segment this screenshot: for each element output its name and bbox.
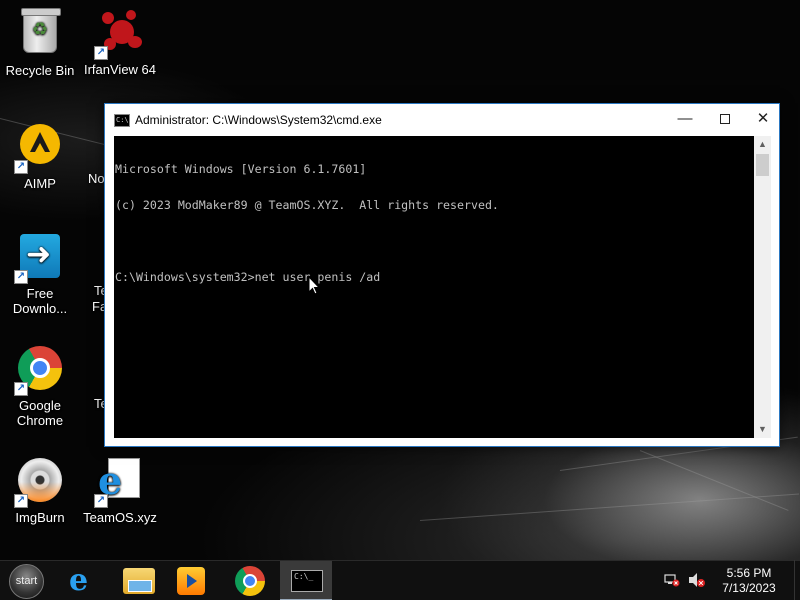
desktop-icon-teamos-xyz[interactable]: e ↗ TeamOS.xyz	[78, 456, 162, 525]
taskbar-media-player[interactable]	[166, 561, 218, 600]
desktop-icon-free-download-manager[interactable]: ↗ Free Downlo...	[0, 232, 82, 316]
desktop-icon-recycle-bin[interactable]: ♻ Recycle Bin	[0, 8, 82, 78]
desktop-icon-label: Free Downlo...	[12, 286, 68, 316]
vertical-scrollbar[interactable]: ▲ ▼	[754, 136, 771, 438]
minimize-button[interactable]: —	[665, 104, 705, 136]
console-line: (c) 2023 ModMaker89 @ TeamOS.XYZ. All ri…	[115, 198, 499, 212]
show-desktop-button[interactable]	[794, 560, 800, 600]
cmd-window[interactable]: C:\ Administrator: C:\Windows\System32\c…	[104, 103, 780, 447]
desktop-icon-label: ImgBurn	[15, 510, 65, 525]
scrollbar-thumb[interactable]	[756, 154, 769, 176]
volume-muted-tray-icon[interactable]	[688, 572, 706, 588]
close-button[interactable]: ✕	[743, 104, 783, 136]
desktop-icon-partial[interactable]: No	[88, 171, 105, 186]
maximize-button[interactable]	[705, 104, 745, 136]
shortcut-arrow-icon: ↗	[14, 160, 28, 174]
network-tray-icon[interactable]	[664, 573, 680, 587]
scroll-down-arrow-icon[interactable]: ▼	[754, 421, 771, 438]
shortcut-arrow-icon: ↗	[14, 494, 28, 508]
desktop-icon-irfanview[interactable]: ↗ IrfanView 64	[78, 8, 162, 77]
media-player-icon	[177, 567, 205, 595]
taskbar-internet-explorer[interactable]: e	[58, 561, 110, 600]
desktop-icon-label: TeamOS.xyz	[83, 510, 157, 525]
window-titlebar[interactable]: C:\ Administrator: C:\Windows\System32\c…	[105, 104, 779, 136]
internet-explorer-icon: e	[69, 563, 89, 598]
shortcut-arrow-icon: ↗	[14, 382, 28, 396]
chrome-icon	[235, 566, 265, 596]
cmd-icon: C:\	[114, 114, 130, 127]
desktop-icon-label: AIMP	[24, 176, 56, 191]
desktop-icon-google-chrome[interactable]: ↗ Google Chrome	[0, 344, 82, 428]
desktop-icon-aimp[interactable]: ↗ AIMP	[0, 120, 82, 191]
console-line: Microsoft Windows [Version 6.1.7601]	[115, 162, 367, 176]
clock-time: 5:56 PM	[726, 566, 772, 580]
aimp-icon: ↗	[14, 124, 64, 174]
wallpaper-streak	[639, 450, 789, 511]
shortcut-arrow-icon: ↗	[14, 270, 28, 284]
free-download-manager-icon: ↗	[14, 234, 64, 284]
console-output[interactable]: Microsoft Windows [Version 6.1.7601] (c)…	[114, 136, 754, 438]
scroll-up-arrow-icon[interactable]: ▲	[754, 136, 771, 153]
imgburn-disc-icon: ↗	[14, 458, 64, 508]
chrome-icon: ↗	[14, 346, 64, 396]
shortcut-arrow-icon: ↗	[94, 494, 108, 508]
taskbar-cmd[interactable]: C:\_	[280, 561, 332, 600]
desktop-icon-label: IrfanView 64	[83, 62, 157, 77]
mouse-cursor-icon	[308, 276, 321, 295]
cmd-icon: C:\_	[291, 570, 323, 592]
wallpaper-streak	[419, 493, 800, 521]
taskbar-file-explorer[interactable]	[112, 561, 164, 600]
clock-date: 7/13/2023	[722, 581, 776, 595]
internet-explorer-shortcut-icon: e ↗	[94, 458, 144, 508]
window-title: Administrator: C:\Windows\System32\cmd.e…	[135, 113, 382, 127]
taskbar: start e C:\_	[0, 560, 800, 600]
console-prompt-line[interactable]: C:\Windows\system32>net user penis /ad	[115, 271, 754, 283]
taskbar-google-chrome[interactable]	[224, 561, 276, 600]
start-button[interactable]: start	[9, 564, 44, 599]
taskbar-clock[interactable]: 5:56 PM 7/13/2023	[714, 566, 784, 596]
maximize-icon	[720, 114, 730, 125]
shortcut-arrow-icon: ↗	[94, 46, 108, 60]
irfanview-icon: ↗	[94, 10, 144, 60]
desktop-icon-label: Google Chrome	[16, 398, 64, 428]
desktop-icon-imgburn[interactable]: ↗ ImgBurn	[0, 456, 82, 525]
file-explorer-icon	[123, 568, 155, 594]
recycle-bin-icon: ♻	[16, 8, 64, 59]
desktop-icon-label: Recycle Bin	[5, 63, 75, 78]
